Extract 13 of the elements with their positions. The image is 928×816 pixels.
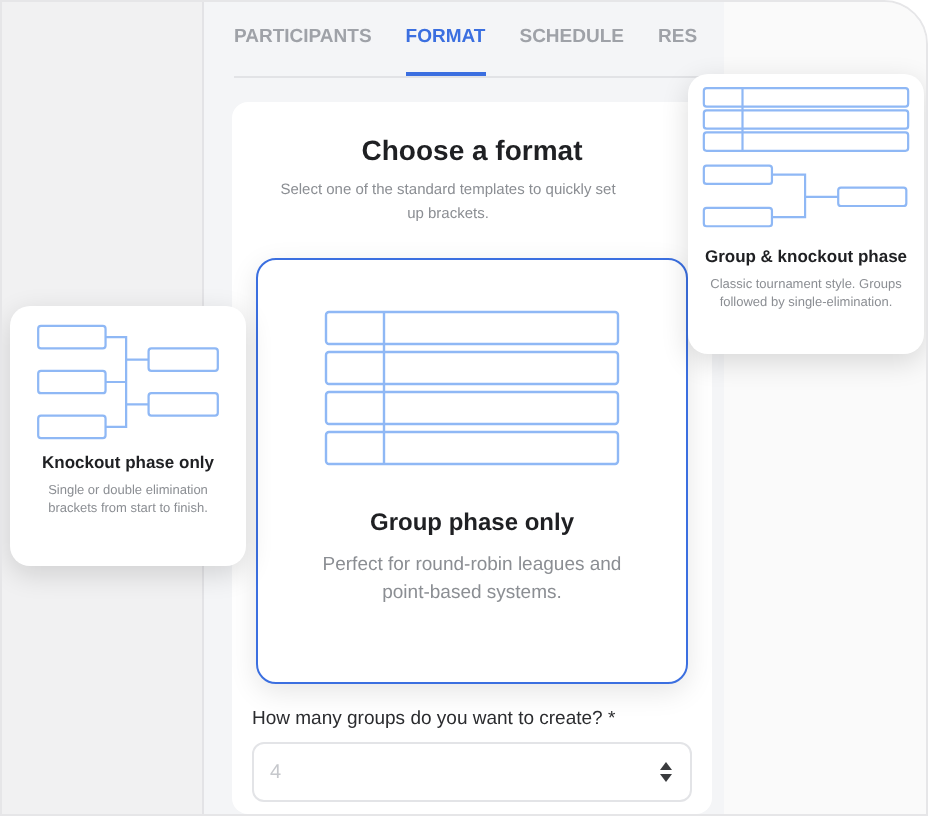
tab[interactable]: SCHEDULE bbox=[519, 2, 624, 76]
template-title: Group & knockout phase bbox=[704, 246, 908, 266]
tab[interactable]: PARTICIPANTS bbox=[234, 2, 372, 76]
template-title: Group phase only bbox=[369, 508, 574, 536]
groups-select[interactable]: 4 bbox=[252, 742, 692, 802]
sort-arrows-icon bbox=[660, 762, 672, 782]
template-description: Perfect for round-robin leagues and point-based systems. bbox=[320, 552, 624, 608]
tab[interactable]: RES bbox=[658, 2, 698, 76]
template-title: Knockout phase only bbox=[42, 452, 214, 472]
field-label: How many groups do you want to create? * bbox=[252, 708, 618, 730]
tab[interactable]: FORMAT bbox=[405, 2, 486, 76]
panel-title: Choose a format bbox=[361, 134, 583, 166]
template-card[interactable]: Group phase only Perfect for round-robin leagues and point-based systems. bbox=[256, 258, 688, 684]
